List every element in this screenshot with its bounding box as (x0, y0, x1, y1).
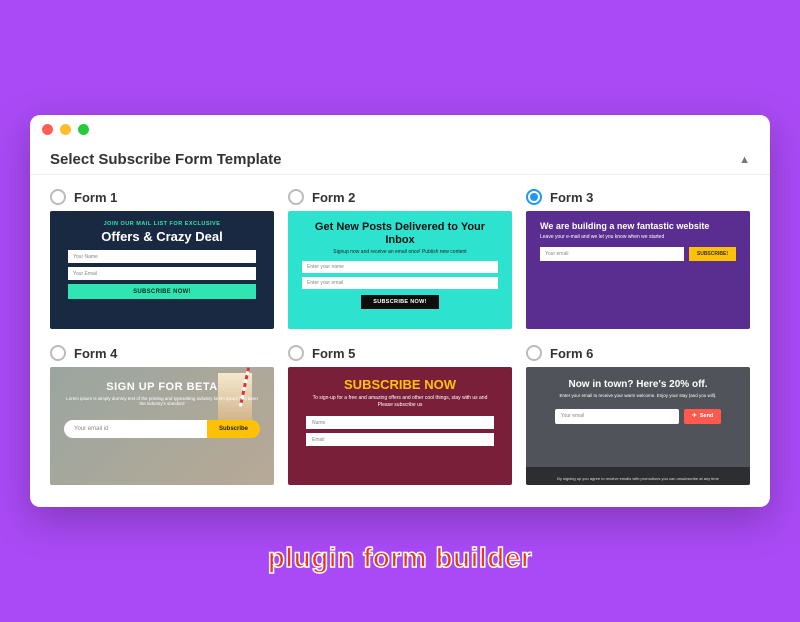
template-grid: Form 1 JOIN OUR MAIL LIST FOR EXCLUSIVE … (30, 175, 770, 507)
mac-titlebar (30, 115, 770, 143)
preview-button: SUBSCRIBE NOW! (361, 295, 438, 309)
preview-field: Your email (555, 409, 680, 424)
template-label: Form 6 (550, 346, 593, 361)
template-preview-form1: JOIN OUR MAIL LIST FOR EXCLUSIVE Offers … (50, 211, 274, 329)
preview-field: Name (306, 416, 494, 429)
template-label: Form 1 (74, 190, 117, 205)
radio-form3[interactable] (526, 189, 542, 205)
send-icon: ✈ (692, 413, 697, 419)
preview-field: Email (306, 433, 494, 446)
preview-button: SUBSCRIBE NOW! (68, 284, 256, 299)
preview-sub: Leave your e-mail and we let you know wh… (540, 234, 736, 240)
preview-heading: Offers & Crazy Deal (101, 229, 222, 244)
preview-button: ✈Send (684, 409, 721, 424)
template-preview-form5: SUBSCRIBE NOW To sign-up for a free and … (288, 367, 512, 485)
template-label: Form 4 (74, 346, 117, 361)
preview-button: Subscribe (207, 420, 260, 438)
preview-field: Your Email (68, 267, 256, 280)
template-preview-form4: SIGN UP FOR BETA Lorem ipsum is simply d… (50, 367, 274, 485)
template-preview-form6: Now in town? Here's 20% off. Enter your … (526, 367, 750, 485)
preview-heading: SIGN UP FOR BETA (106, 381, 218, 393)
preview-sub: Enter your email to receive your warm we… (559, 393, 716, 399)
preview-heading: Now in town? Here's 20% off. (568, 379, 707, 390)
minimize-dot-icon[interactable] (60, 124, 71, 135)
preview-field: Your email (540, 247, 684, 261)
template-label: Form 2 (312, 190, 355, 205)
section-header[interactable]: Select Subscribe Form Template ▲ (30, 143, 770, 175)
overlay-caption: plugin form builder (0, 542, 800, 574)
preview-footer: By signing up you agree to receive email… (557, 476, 719, 481)
radio-form2[interactable] (288, 189, 304, 205)
selector-window: Select Subscribe Form Template ▲ Form 1 … (30, 115, 770, 507)
template-option-form1[interactable]: Form 1 JOIN OUR MAIL LIST FOR EXCLUSIVE … (50, 189, 274, 329)
radio-form6[interactable] (526, 345, 542, 361)
preview-eyebrow: JOIN OUR MAIL LIST FOR EXCLUSIVE (104, 221, 221, 227)
template-option-form4[interactable]: Form 4 SIGN UP FOR BETA Lorem ipsum is s… (50, 345, 274, 485)
template-preview-form3: We are building a new fantastic website … (526, 211, 750, 329)
preview-sub: Signup now and receive an email once! Pu… (333, 249, 466, 255)
preview-field: Enter your email (302, 277, 498, 289)
maximize-dot-icon[interactable] (78, 124, 89, 135)
preview-heading: Get New Posts Delivered to Your Inbox (302, 221, 498, 246)
preview-button: SUBSCRIBE! (689, 247, 736, 261)
radio-form1[interactable] (50, 189, 66, 205)
template-option-form3[interactable]: Form 3 We are building a new fantastic w… (526, 189, 750, 329)
section-title: Select Subscribe Form Template (50, 151, 281, 168)
template-label: Form 3 (550, 190, 593, 205)
preview-field: Enter your name (302, 261, 498, 273)
template-label: Form 5 (312, 346, 355, 361)
template-option-form5[interactable]: Form 5 SUBSCRIBE NOW To sign-up for a fr… (288, 345, 512, 485)
template-option-form6[interactable]: Form 6 Now in town? Here's 20% off. Ente… (526, 345, 750, 485)
preview-heading: We are building a new fantastic website (540, 221, 736, 231)
radio-form4[interactable] (50, 345, 66, 361)
close-dot-icon[interactable] (42, 124, 53, 135)
preview-sub: To sign-up for a free and amazing offers… (306, 395, 494, 408)
collapse-icon[interactable]: ▲ (739, 154, 750, 166)
preview-sub: Lorem ipsum is simply dummy text of the … (64, 396, 260, 406)
radio-form5[interactable] (288, 345, 304, 361)
template-option-form2[interactable]: Form 2 Get New Posts Delivered to Your I… (288, 189, 512, 329)
preview-field: Your email id (64, 420, 207, 438)
preview-heading: SUBSCRIBE NOW (344, 377, 456, 392)
preview-field: Your Name (68, 250, 256, 263)
template-preview-form2: Get New Posts Delivered to Your Inbox Si… (288, 211, 512, 329)
